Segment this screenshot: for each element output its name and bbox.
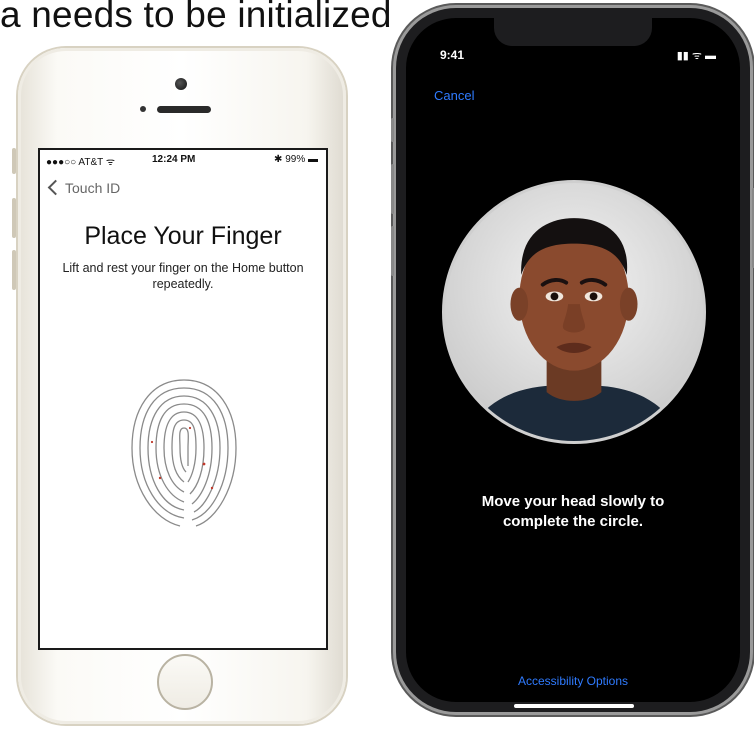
face-scan-circle (442, 180, 706, 444)
fingerprint-icon (131, 379, 237, 527)
back-button[interactable]: Touch ID (47, 179, 121, 196)
page-title: Place Your Finger (84, 222, 282, 250)
instruction-text: Move your head slowly to complete the ci… (481, 493, 665, 530)
earpiece-speaker (157, 106, 211, 113)
sensor-notch (494, 18, 652, 46)
home-button[interactable] (157, 654, 213, 710)
mute-switch (12, 148, 16, 174)
caption-text: a needs to be initialized (0, 0, 392, 35)
status-time: 12:24 PM (152, 154, 196, 165)
volume-down-button (12, 250, 16, 290)
status-time: 9:41 (440, 48, 465, 62)
touch-id-screen: ●●●○○ AT&T ᯤ 12:24 PM ✱ 99% ▬ Touch ID P… (38, 148, 328, 650)
instruction-text: Lift and rest your finger on the Home bu… (62, 261, 304, 291)
volume-down-button (391, 226, 394, 276)
volume-up-button (391, 164, 394, 214)
chevron-left-icon (47, 179, 64, 196)
front-camera-icon (175, 78, 187, 90)
back-label: Touch ID (65, 180, 121, 196)
iphone-5s-device: ●●●○○ AT&T ᯤ 12:24 PM ✱ 99% ▬ Touch ID P… (12, 48, 346, 724)
status-bar: ●●●○○ AT&T ᯤ 12:24 PM ✱ 99% ▬ (40, 154, 326, 168)
home-indicator[interactable] (514, 704, 634, 708)
status-icons: ▮▮ ᯤ ▬ (676, 50, 716, 62)
proximity-sensor (140, 106, 146, 112)
mute-switch (391, 118, 394, 142)
carrier-signal: ●●●○○ AT&T ᯤ (46, 157, 115, 168)
accessibility-options-button[interactable]: Accessibility Options (406, 674, 740, 688)
face-id-screen: 9:41 ▮▮ ᯤ ▬ Cancel Move your head slowly… (406, 18, 740, 702)
cancel-button[interactable]: Cancel (434, 88, 474, 103)
face-icon (464, 218, 684, 441)
volume-up-button (12, 198, 16, 238)
iphone-x-device: 9:41 ▮▮ ᯤ ▬ Cancel Move your head slowly… (391, 8, 754, 712)
battery-indicator: ✱ 99% ▬ (274, 154, 318, 165)
